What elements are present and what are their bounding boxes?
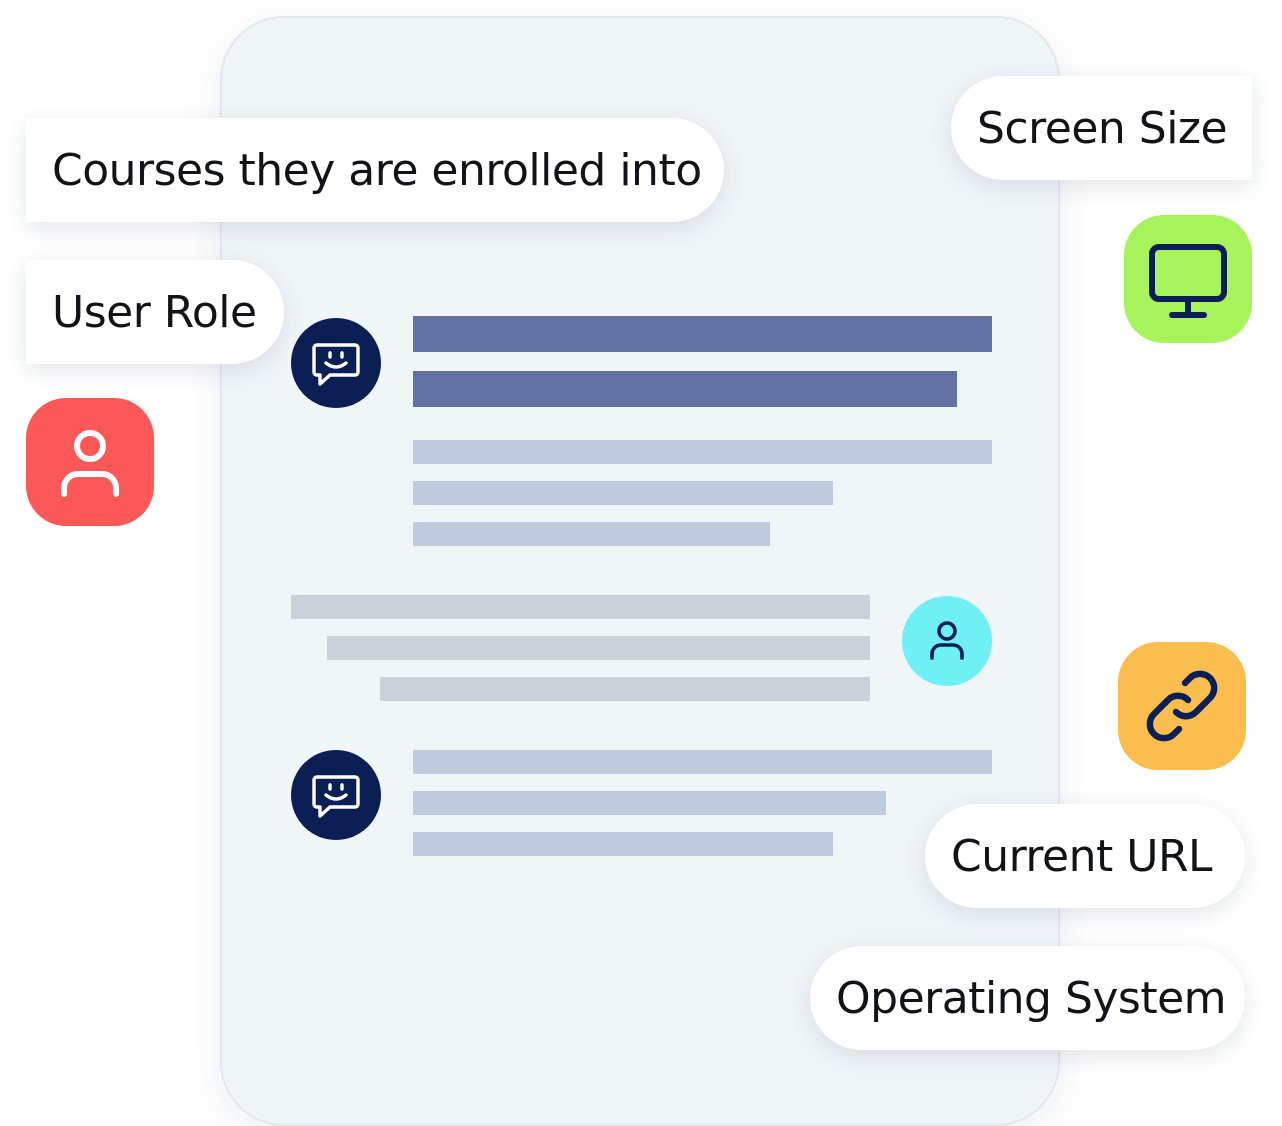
- bot-avatar: [291, 318, 381, 408]
- screen-size-tag-label: Screen Size: [977, 102, 1228, 154]
- message-text-line: [413, 522, 770, 546]
- courses-tag-label: Courses they are enrolled into: [52, 144, 702, 196]
- message-text-line: [413, 750, 992, 774]
- user-role-tag: User Role: [26, 260, 284, 364]
- user-role-tag-label: User Role: [52, 286, 257, 338]
- current-url-tag-label: Current URL: [951, 830, 1213, 882]
- screen-size-tile: [1124, 215, 1252, 343]
- user-icon: [61, 430, 119, 497]
- user-icon: [930, 621, 964, 660]
- message-text-line: [413, 791, 886, 815]
- user-message-line: [327, 636, 870, 660]
- bot-avatar: [291, 750, 381, 840]
- operating-system-tag: Operating System: [810, 946, 1245, 1050]
- user-message-line: [291, 595, 870, 619]
- message-text-line: [413, 440, 992, 464]
- operating-system-tag-label: Operating System: [836, 972, 1227, 1024]
- user-avatar: [902, 596, 992, 686]
- courses-tag: Courses they are enrolled into: [26, 118, 724, 222]
- screen-size-tag: Screen Size: [951, 76, 1252, 180]
- message-title-line: [413, 316, 992, 352]
- link-icon: [1146, 670, 1218, 742]
- user-role-tile: [26, 398, 154, 526]
- current-url-tag: Current URL: [925, 804, 1245, 908]
- message-text-line: [413, 481, 833, 505]
- user-message-line: [380, 677, 870, 701]
- message-title-line: [413, 371, 957, 407]
- chat-smile-icon: [312, 343, 360, 386]
- monitor-icon: [1149, 244, 1227, 318]
- current-url-tile: [1118, 642, 1246, 770]
- chat-smile-icon: [312, 775, 360, 818]
- message-text-line: [413, 832, 833, 856]
